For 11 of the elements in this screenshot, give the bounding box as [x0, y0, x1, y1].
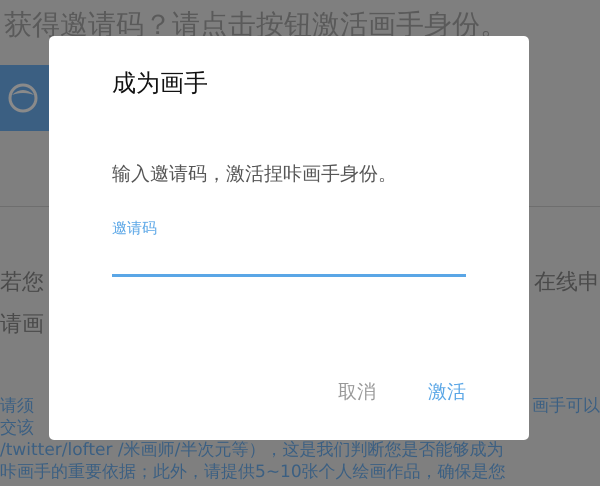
cancel-button[interactable]: 取消 [330, 375, 384, 409]
confirm-button[interactable]: 激活 [420, 375, 474, 409]
invite-code-field[interactable]: 邀请码 [112, 218, 466, 277]
avatar-icon [8, 83, 38, 113]
notice-text: 画手可以 [532, 395, 600, 417]
dialog-message: 输入邀请码，激活捏咔画手身份。 [112, 162, 398, 187]
notice-text: 咔画手的重要依据；此外，请提供5~10张个人绘画作品，确保是您 [0, 461, 506, 483]
notice-text: 交该 [0, 417, 34, 439]
dialog-title: 成为画手 [112, 68, 209, 98]
notice-text: /twitter/lofter /米画师/半次元等），这是我们判断您是否能够成为 [0, 439, 504, 461]
notice-text: 请须 [0, 395, 34, 417]
